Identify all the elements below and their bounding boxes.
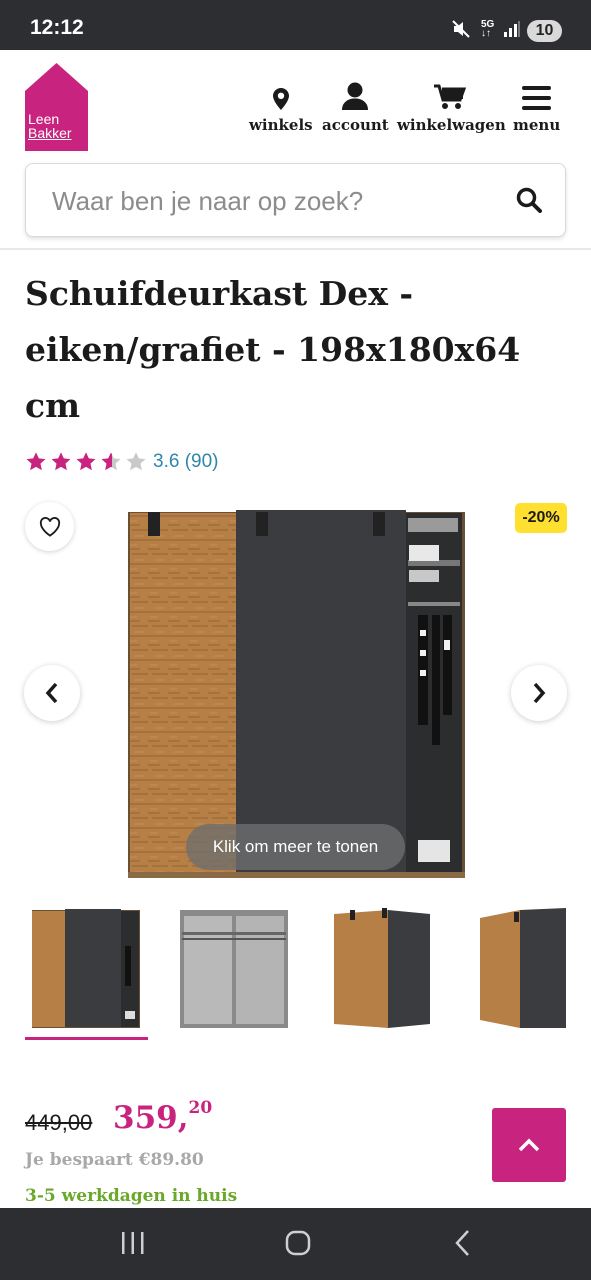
old-price: 449,00: [25, 1110, 93, 1135]
gallery-next-button[interactable]: [511, 665, 567, 721]
chevron-left-icon: [45, 682, 58, 704]
hamburger-icon: [513, 80, 559, 110]
product-rating[interactable]: 3.6 (90): [25, 449, 218, 475]
network-indicator: 5G ↓↑: [481, 19, 495, 39]
search-placeholder: Waar ben je naar op zoek?: [52, 186, 364, 216]
heart-icon: [39, 516, 60, 537]
battery-indicator: 10: [527, 20, 562, 42]
logo-text: Leen Bakker: [28, 112, 88, 140]
signal-icon: [503, 20, 521, 42]
rating-value[interactable]: 3.6 (90): [153, 451, 218, 473]
thumbnail-selected-indicator: [25, 1037, 148, 1040]
nav-label: menu: [513, 116, 561, 134]
chevron-right-icon: [533, 682, 546, 704]
status-time: 12:12: [30, 16, 84, 39]
logo-line2: Bakker: [28, 125, 72, 141]
star-full-icon: [51, 452, 71, 471]
show-more-overlay[interactable]: Klik om meer te tonen: [186, 824, 405, 870]
system-nav-bar: [0, 1208, 591, 1280]
thumbnail-2[interactable]: [178, 906, 290, 1030]
star-full-icon: [76, 452, 96, 471]
nav-label: account: [322, 116, 389, 134]
cart-icon: [397, 80, 503, 110]
delivery-time: 3-5 werkdagen in huis: [25, 1186, 238, 1206]
new-price: 359,20: [113, 1097, 213, 1136]
star-empty-icon: [126, 452, 146, 471]
nav-label: winkelwagen: [397, 116, 506, 134]
nav-label: winkels: [249, 116, 313, 134]
map-pin-icon: [249, 80, 312, 110]
nav-menu[interactable]: menu: [513, 80, 561, 134]
thumbnail-3[interactable]: [330, 906, 436, 1030]
search-input[interactable]: Waar ben je naar op zoek?: [25, 163, 566, 237]
mute-icon: [451, 19, 471, 43]
new-price-cents: 20: [188, 1097, 213, 1118]
recent-apps-icon[interactable]: [120, 1228, 146, 1258]
star-half-icon: [101, 452, 121, 471]
gallery-prev-button[interactable]: [24, 665, 80, 721]
product-title: Schuifdeurkast Dex - eiken/grafiet - 198…: [25, 274, 521, 425]
thumbnail-4[interactable]: [478, 906, 568, 1030]
user-icon: [322, 80, 388, 110]
search-icon[interactable]: [516, 187, 542, 217]
header-divider: [0, 248, 591, 250]
back-to-top-button[interactable]: [492, 1108, 566, 1182]
back-icon[interactable]: [452, 1228, 474, 1258]
nav-winkels[interactable]: winkels: [249, 80, 313, 134]
thumbnail-1[interactable]: [30, 906, 142, 1030]
new-price-main: 359,: [113, 1100, 189, 1136]
nav-account[interactable]: account: [322, 80, 389, 134]
status-bar: 12:12 5G ↓↑ 10: [0, 0, 591, 50]
nav-winkelwagen[interactable]: winkelwagen: [397, 80, 506, 134]
chevron-up-icon: [518, 1138, 540, 1152]
logo-line1: Leen: [28, 111, 60, 127]
rating-stars: [25, 451, 147, 473]
favorite-button[interactable]: [25, 502, 74, 551]
savings-text: Je bespaart €89.80: [25, 1150, 204, 1170]
home-icon[interactable]: [284, 1228, 312, 1258]
discount-badge: -20%: [515, 503, 567, 533]
star-full-icon: [26, 452, 46, 471]
